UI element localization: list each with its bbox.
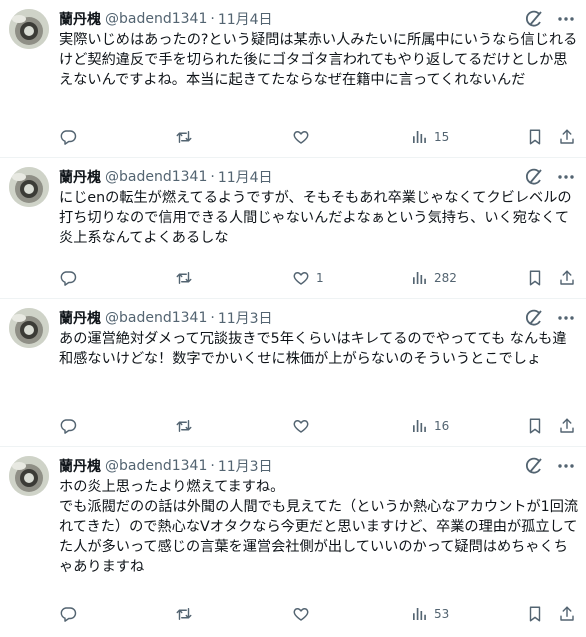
grok-icon[interactable]	[524, 167, 544, 187]
tweet-date[interactable]: 11月4日	[218, 9, 273, 29]
separator-dot: ·	[210, 458, 215, 474]
views-button[interactable]: 15	[410, 127, 449, 147]
share-button[interactable]	[558, 127, 576, 147]
reply-button[interactable]	[59, 416, 77, 436]
bar-chart-icon	[413, 272, 426, 284]
action-bar: 15	[59, 127, 576, 147]
avatar[interactable]	[9, 456, 49, 496]
share-upload-icon	[560, 418, 574, 433]
avatar[interactable]	[9, 9, 49, 49]
like-button[interactable]: 1	[292, 268, 324, 288]
views-button[interactable]: 282	[410, 268, 457, 288]
tweet-header: 蘭丹槐 @badend1341 · 11月4日	[59, 9, 574, 29]
grok-icon[interactable]	[524, 308, 544, 328]
bookmark-button[interactable]	[526, 127, 544, 147]
share-upload-icon	[560, 129, 574, 144]
retweet-button[interactable]	[175, 268, 193, 288]
bar-chart-icon	[413, 131, 426, 143]
bookmark-icon	[529, 418, 541, 434]
retweet-icon	[176, 608, 192, 620]
share-button[interactable]	[558, 416, 576, 436]
tweet-feed: 蘭丹槐 @badend1341 · 11月4日 実際いじめはあったの?という疑問…	[0, 0, 586, 637]
retweet-button[interactable]	[175, 127, 193, 147]
more-dots-icon[interactable]	[556, 456, 576, 476]
action-bar: 16	[59, 416, 576, 436]
like-count: 1	[316, 271, 324, 285]
more-dots-icon[interactable]	[556, 9, 576, 29]
reply-bubble-icon	[60, 271, 77, 286]
author-name[interactable]: 蘭丹槐	[59, 308, 101, 328]
more-dots-icon[interactable]	[556, 308, 576, 328]
grok-icon[interactable]	[524, 9, 544, 29]
tweet[interactable]: 蘭丹槐 @badend1341 · 11月3日 ホの炎上思ったより燃えてますね。…	[0, 447, 586, 637]
reply-button[interactable]	[59, 127, 77, 147]
tweet-text: ホの炎上思ったより燃えてますね。 でも派閥だのの話は外聞の人間でも見えてた（とい…	[59, 479, 579, 575]
reply-bubble-icon	[60, 130, 77, 145]
reply-button[interactable]	[59, 268, 77, 288]
like-button[interactable]	[292, 604, 316, 624]
author-name[interactable]: 蘭丹槐	[59, 9, 101, 29]
bookmark-button[interactable]	[526, 416, 544, 436]
view-count: 53	[434, 607, 450, 621]
bar-chart-icon	[413, 608, 426, 620]
tweet-date[interactable]: 11月4日	[218, 167, 273, 187]
author-handle[interactable]: @badend1341	[105, 458, 207, 474]
bookmark-icon	[529, 270, 541, 286]
share-button[interactable]	[558, 268, 576, 288]
retweet-icon	[176, 272, 192, 284]
like-button[interactable]	[292, 127, 316, 147]
tweet-text: にじenの転生が燃えてるようですが、そもそもあれ卒業じゃなくてクビレベルの打ち切…	[59, 190, 572, 246]
separator-dot: ·	[210, 310, 215, 326]
retweet-button[interactable]	[175, 604, 193, 624]
bookmark-icon	[529, 129, 541, 145]
grok-icon[interactable]	[524, 456, 544, 476]
views-button[interactable]: 53	[410, 604, 449, 624]
like-button[interactable]	[292, 416, 316, 436]
tweet-text: 実際いじめはあったの?という疑問は某赤い人みたいに所属中にいうなら信じれるけど契…	[59, 32, 578, 88]
tweet-header: 蘭丹槐 @badend1341 · 11月4日	[59, 167, 574, 187]
view-count: 282	[434, 271, 457, 285]
share-upload-icon	[560, 270, 574, 285]
separator-dot: ·	[210, 169, 215, 185]
author-handle[interactable]: @badend1341	[105, 169, 207, 185]
share-button[interactable]	[558, 604, 576, 624]
reply-bubble-icon	[60, 419, 77, 434]
author-handle[interactable]: @badend1341	[105, 11, 207, 27]
retweet-icon	[176, 420, 192, 432]
avatar[interactable]	[9, 308, 49, 348]
tweet-date[interactable]: 11月3日	[218, 456, 273, 476]
tweet-header: 蘭丹槐 @badend1341 · 11月3日	[59, 308, 574, 328]
bookmark-button[interactable]	[526, 604, 544, 624]
heart-icon	[293, 420, 309, 433]
author-name[interactable]: 蘭丹槐	[59, 456, 101, 476]
view-count: 16	[434, 419, 450, 433]
reply-button[interactable]	[59, 604, 77, 624]
tweet[interactable]: 蘭丹槐 @badend1341 · 11月4日 にじenの転生が燃えてるようです…	[0, 158, 586, 299]
action-bar: 53	[59, 604, 576, 624]
bookmark-icon	[529, 606, 541, 622]
tweet-header: 蘭丹槐 @badend1341 · 11月3日	[59, 456, 574, 476]
separator-dot: ·	[210, 11, 215, 27]
heart-icon	[293, 608, 309, 621]
tweet[interactable]: 蘭丹槐 @badend1341 · 11月4日 実際いじめはあったの?という疑問…	[0, 0, 586, 158]
share-upload-icon	[560, 606, 574, 621]
heart-icon	[293, 272, 309, 285]
bar-chart-icon	[413, 420, 426, 432]
avatar[interactable]	[9, 167, 49, 207]
author-handle[interactable]: @badend1341	[105, 310, 207, 326]
reply-bubble-icon	[60, 607, 77, 622]
views-button[interactable]: 16	[410, 416, 449, 436]
view-count: 15	[434, 130, 450, 144]
tweet[interactable]: 蘭丹槐 @badend1341 · 11月3日 あの運営絶対ダメって冗談抜きで5…	[0, 299, 586, 447]
tweet-text: あの運営絶対ダメって冗談抜きで5年くらいはキレてるのでやってても なんも違和感な…	[59, 331, 567, 367]
retweet-button[interactable]	[175, 416, 193, 436]
heart-icon	[293, 131, 309, 144]
retweet-icon	[176, 131, 192, 143]
action-bar: 1 282	[59, 268, 576, 288]
tweet-date[interactable]: 11月3日	[218, 308, 273, 328]
author-name[interactable]: 蘭丹槐	[59, 167, 101, 187]
more-dots-icon[interactable]	[556, 167, 576, 187]
bookmark-button[interactable]	[526, 268, 544, 288]
